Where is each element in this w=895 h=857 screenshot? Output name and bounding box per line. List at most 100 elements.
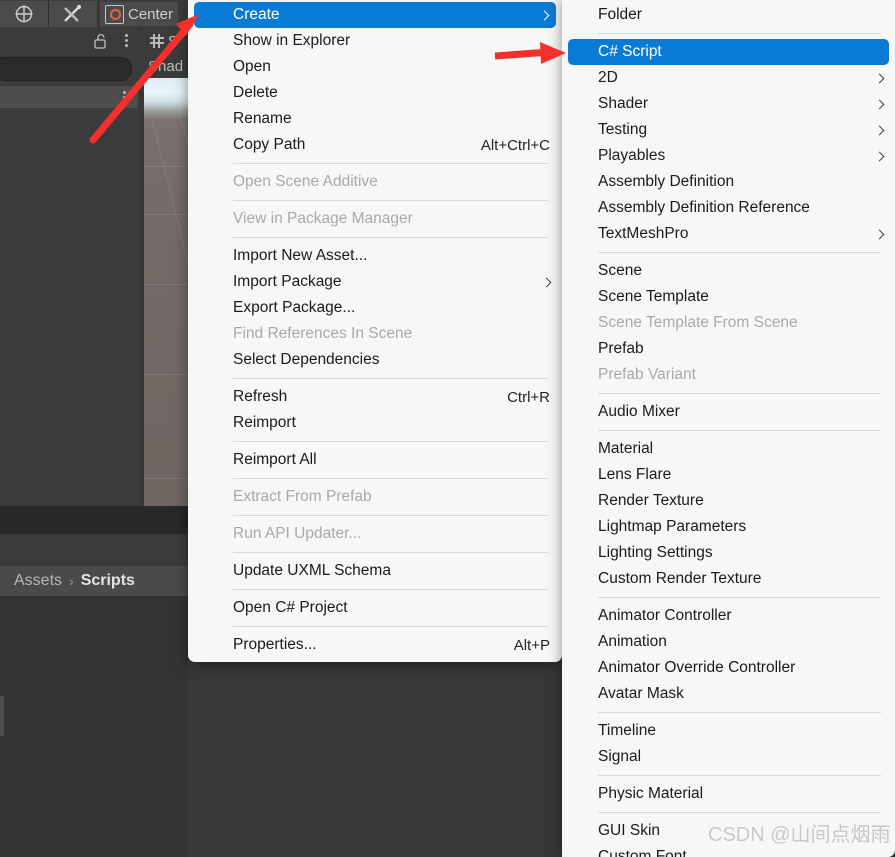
menu-item-c#-script[interactable]: C# Script xyxy=(568,39,889,65)
transform-tool-icon[interactable] xyxy=(49,1,98,27)
menu-item-open-c#-project[interactable]: Open C# Project xyxy=(188,595,562,621)
menu-item-assembly-definition-reference[interactable]: Assembly Definition Reference xyxy=(562,195,895,221)
chevron-right-icon xyxy=(874,99,885,109)
menu-item-assembly-definition[interactable]: Assembly Definition xyxy=(562,169,895,195)
menu-item-scene[interactable]: Scene xyxy=(562,258,895,284)
menu-item-shortcut: Alt+P xyxy=(513,636,550,654)
menu-item-create[interactable]: Create xyxy=(194,2,556,28)
menu-item-reimport-all[interactable]: Reimport All xyxy=(188,447,562,473)
menu-item-2d[interactable]: 2D xyxy=(562,65,895,91)
menu-item-label: Rename xyxy=(233,110,292,127)
menu-item-label: Scene Template From Scene xyxy=(598,314,798,331)
menu-item-delete[interactable]: Delete xyxy=(188,80,562,106)
menu-item-avatar-mask[interactable]: Avatar Mask xyxy=(562,681,895,707)
menu-item-label: Export Package... xyxy=(233,299,356,316)
menu-item-select-dependencies[interactable]: Select Dependencies xyxy=(188,347,562,373)
menu-item-shortcut: Alt+Ctrl+C xyxy=(480,136,550,154)
menu-item-shader[interactable]: Shader xyxy=(562,91,895,117)
hierarchy-list-item[interactable] xyxy=(0,86,138,108)
menu-item-label: Avatar Mask xyxy=(598,685,684,702)
menu-item-label: Audio Mixer xyxy=(598,403,680,420)
menu-item-label: Signal xyxy=(598,748,642,765)
menu-separator xyxy=(233,200,548,201)
menu-item-label: Render Texture xyxy=(598,492,704,509)
project-asset-grid[interactable] xyxy=(0,596,188,857)
menu-item-prefab[interactable]: Prefab xyxy=(562,336,895,362)
menu-item-import-new-asset[interactable]: Import New Asset... xyxy=(188,243,562,269)
hierarchy-panel-header xyxy=(0,28,138,54)
menu-item-refresh[interactable]: Refresh Ctrl+R xyxy=(188,384,562,410)
pivot-rotation-toggle[interactable]: Center xyxy=(100,2,179,26)
menu-item-label: Run API Updater... xyxy=(233,525,362,542)
menu-item-lighting-settings[interactable]: Lighting Settings xyxy=(562,540,895,566)
menu-separator xyxy=(598,33,881,34)
breadcrumb-separator-icon: › xyxy=(69,573,74,589)
menu-item-render-texture[interactable]: Render Texture xyxy=(562,488,895,514)
menu-item-label: Shader xyxy=(598,95,648,112)
chevron-right-icon xyxy=(874,125,885,135)
menu-item-label: Prefab xyxy=(598,340,644,357)
move-tool-icon[interactable] xyxy=(0,1,49,27)
menu-item-label: Lens Flare xyxy=(598,466,672,483)
menu-item-lens-flare[interactable]: Lens Flare xyxy=(562,462,895,488)
menu-item-rename[interactable]: Rename xyxy=(188,106,562,132)
menu-item-signal[interactable]: Signal xyxy=(562,744,895,770)
menu-item-folder[interactable]: Folder xyxy=(562,2,895,28)
menu-item-animator-override-controller[interactable]: Animator Override Controller xyxy=(562,655,895,681)
menu-item-label: Import New Asset... xyxy=(233,247,368,264)
menu-item-copy-path[interactable]: Copy Path Alt+Ctrl+C xyxy=(188,132,562,158)
menu-item-prefab-variant: Prefab Variant xyxy=(562,362,895,388)
menu-item-label: Update UXML Schema xyxy=(233,562,391,579)
menu-item-testing[interactable]: Testing xyxy=(562,117,895,143)
project-panel-topstrip xyxy=(0,506,188,534)
menu-item-material[interactable]: Material xyxy=(562,436,895,462)
menu-item-animator-controller[interactable]: Animator Controller xyxy=(562,603,895,629)
menu-item-textmeshpro[interactable]: TextMeshPro xyxy=(562,221,895,247)
menu-item-reimport[interactable]: Reimport xyxy=(188,410,562,436)
watermark: CSDN @山间点烟雨 xyxy=(708,824,891,846)
menu-item-custom-render-texture[interactable]: Custom Render Texture xyxy=(562,566,895,592)
menu-item-shortcut: Ctrl+R xyxy=(507,388,550,406)
editor-toolbar: Center xyxy=(0,0,200,29)
menu-item-scene-template[interactable]: Scene Template xyxy=(562,284,895,310)
hierarchy-search-input[interactable] xyxy=(0,57,132,81)
menu-separator xyxy=(233,515,548,516)
grid-icon xyxy=(150,34,164,48)
menu-item-label: Prefab Variant xyxy=(598,366,696,383)
menu-item-label: Assembly Definition Reference xyxy=(598,199,810,216)
hierarchy-row-kebab-icon[interactable] xyxy=(123,91,126,104)
menu-item-label: C# Script xyxy=(598,43,662,60)
menu-item-audio-mixer[interactable]: Audio Mixer xyxy=(562,399,895,425)
create-submenu[interactable]: Folder C# Script 2D Shader Testing Playables A… xyxy=(562,0,895,857)
menu-item-physic-material[interactable]: Physic Material xyxy=(562,781,895,807)
breadcrumb-item-assets[interactable]: Assets xyxy=(14,572,62,590)
menu-item-import-package[interactable]: Import Package xyxy=(188,269,562,295)
menu-item-update-uxml-schema[interactable]: Update UXML Schema xyxy=(188,558,562,584)
menu-separator xyxy=(598,252,881,253)
menu-item-lightmap-parameters[interactable]: Lightmap Parameters xyxy=(562,514,895,540)
menu-item-label: Lighting Settings xyxy=(598,544,713,561)
menu-item-label: Animator Override Controller xyxy=(598,659,796,676)
project-scrollbar[interactable] xyxy=(0,696,4,736)
menu-item-label: Reimport All xyxy=(233,451,317,468)
menu-item-show-in-explorer[interactable]: Show in Explorer xyxy=(188,28,562,54)
breadcrumb-item-scripts[interactable]: Scripts xyxy=(81,572,135,590)
menu-item-properties[interactable]: Properties... Alt+P xyxy=(188,632,562,658)
menu-item-open[interactable]: Open xyxy=(188,54,562,80)
menu-item-run-api-updater: Run API Updater... xyxy=(188,521,562,547)
menu-separator xyxy=(598,597,881,598)
menu-item-label: Show in Explorer xyxy=(233,32,351,49)
hierarchy-options-kebab-icon[interactable] xyxy=(125,34,128,47)
menu-item-label: Scene xyxy=(598,262,642,279)
menu-separator xyxy=(233,237,548,238)
menu-item-label: Copy Path xyxy=(233,136,306,153)
menu-item-animation[interactable]: Animation xyxy=(562,629,895,655)
menu-item-export-package[interactable]: Export Package... xyxy=(188,295,562,321)
project-panel: Assets › Scripts xyxy=(0,506,188,857)
menu-item-playables[interactable]: Playables xyxy=(562,143,895,169)
menu-separator xyxy=(233,589,548,590)
menu-item-timeline[interactable]: Timeline xyxy=(562,718,895,744)
menu-item-label: 2D xyxy=(598,69,618,86)
asset-context-menu[interactable]: Create Show in Explorer Open Delete Rename Co… xyxy=(188,0,562,662)
lock-open-icon[interactable] xyxy=(94,33,108,54)
